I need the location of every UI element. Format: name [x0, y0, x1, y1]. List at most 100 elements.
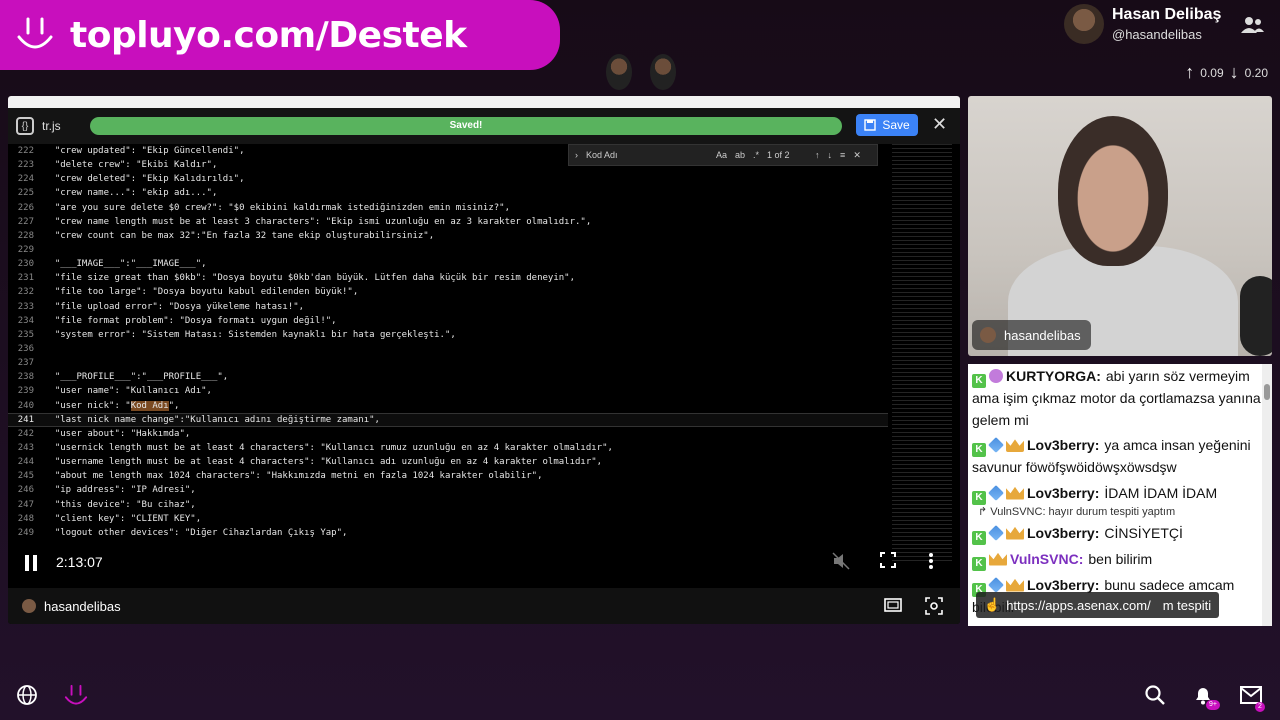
fullscreen-icon[interactable] [880, 552, 896, 568]
notification-count: 9+ [1206, 700, 1220, 710]
mute-icon[interactable] [832, 552, 850, 570]
chat-panel[interactable]: K KURTYORGA: abi yarın söz vermeyim ama iş… [968, 364, 1272, 626]
scroll-thumb[interactable] [1264, 384, 1270, 400]
search-icon[interactable] [1144, 684, 1166, 706]
avatar [22, 599, 36, 613]
code-line[interactable]: 234 "file format problem": "Dosya format… [8, 314, 888, 328]
line-text: "crew name length must be at least 3 cha… [44, 216, 592, 227]
line-number: 227 [17, 216, 34, 227]
line-text: "delete crew": "Ekibi Kaldır", [44, 160, 218, 171]
chat-username[interactable]: Lov3berry: [1027, 525, 1099, 541]
webcam-label[interactable]: hasandelibas [972, 320, 1091, 350]
viewer-avatar[interactable] [650, 54, 676, 90]
chat-username[interactable]: VulnSVNC: [1010, 551, 1083, 567]
menu-icon[interactable]: ≡ [840, 150, 845, 160]
more-vertical-icon[interactable] [928, 552, 934, 570]
code-line[interactable]: 229 [8, 243, 888, 257]
code-line[interactable]: 227 "crew name length must be at least 3… [8, 215, 888, 229]
chat-message[interactable]: K Lov3berry: CİNSİYETÇİ [968, 521, 1272, 547]
line-text: "about me length max 1024 characters": "… [44, 471, 543, 482]
chat-text: CİNSİYETÇİ [1104, 524, 1183, 541]
webcam-username: hasandelibas [1004, 327, 1081, 343]
whole-word-icon[interactable]: ab [735, 150, 745, 160]
code-line[interactable]: 224 "crew deleted": "Ekip Kalıdırıldı", [8, 172, 888, 186]
code-line[interactable]: 247 "this device": "Bu cihaz", [8, 498, 888, 512]
code-line[interactable]: 228 "crew count can be max 32":"En fazla… [8, 229, 888, 243]
theater-mode-icon[interactable] [884, 597, 902, 613]
close-icon[interactable]: ✕ [932, 114, 947, 135]
code-line[interactable]: 245 "about me length max 1024 characters… [8, 469, 888, 483]
code-line[interactable]: 249 "logout other devices": "Diğer Cihaz… [8, 526, 888, 540]
line-number: 238 [17, 372, 34, 383]
close-find-icon[interactable]: ✕ [853, 150, 861, 161]
line-number: 249 [17, 527, 34, 538]
code-line[interactable]: 241 "last nick name change":"Kullanıcı a… [8, 412, 888, 427]
line-number: 240 [17, 400, 34, 411]
code-line[interactable]: 238 "___PROFILE___":"___PROFILE___", [8, 370, 888, 384]
webcam: hasandelibas [968, 96, 1272, 356]
code-line[interactable]: 239 "user name": "Kullanıcı Adı", [8, 384, 888, 398]
line-number: 233 [17, 301, 34, 312]
chat-message[interactable]: K Lov3berry: İDAM İDAM İDAM ↱ VulnSVNC: hay… [968, 481, 1272, 521]
code-line[interactable]: 248 "client key": "CLIENT KEY", [8, 512, 888, 526]
banner: topluyo.com/Destek [0, 0, 560, 70]
find-widget[interactable]: › Kod Adı Aa ab .* 1 of 2 ↑ ↓ ≡ ✕ [568, 144, 878, 166]
code-line[interactable]: 236 [8, 342, 888, 356]
line-number: 243 [17, 443, 34, 454]
streamer-profile[interactable]: Hasan Delibaş @hasandelibas [1064, 4, 1221, 44]
chat-username[interactable]: Lov3berry: [1027, 437, 1099, 453]
message-count: 2 [1255, 702, 1265, 712]
avatar [980, 327, 996, 343]
line-number: 237 [17, 358, 34, 369]
avatar[interactable] [1064, 4, 1104, 44]
line-text: "user name": "Kullanıcı Adı", [44, 386, 212, 397]
code-line[interactable]: 230 "___IMAGE___":"___IMAGE___", [8, 257, 888, 271]
chat-username[interactable]: Lov3berry: [1027, 577, 1099, 593]
line-text: "client key": "CLIENT KEY", [44, 513, 202, 524]
regex-icon[interactable]: .* [753, 150, 759, 160]
video-player[interactable]: {} tr.js Saved! Save ✕ 222 "crew updated… [8, 96, 960, 624]
find-input[interactable]: Kod Adı [586, 150, 708, 160]
code-line[interactable]: 232 "file too large": "Dosya boyutu kabu… [8, 285, 888, 299]
code-line[interactable]: 242 "user about": "Hakkımda", [8, 427, 888, 441]
code-line[interactable]: 246 "ip address": "IP Adresi", [8, 483, 888, 497]
code-line[interactable]: 244 "username length must be at least 4 … [8, 455, 888, 469]
chat-message[interactable]: K Lov3berry: ya amca insan yeğenini savunu… [968, 433, 1272, 481]
topluyo-logo-icon[interactable] [62, 682, 90, 710]
minimap[interactable] [892, 144, 952, 564]
pause-icon[interactable] [24, 554, 38, 572]
link-url[interactable]: https://apps.asenax.com/ [1006, 598, 1151, 613]
code-line[interactable]: 233 "file upload error": "Dosya yükeleme… [8, 300, 888, 314]
code-line[interactable]: 235 "system error": "Sistem Hatası: Sist… [8, 328, 888, 342]
code-line[interactable]: 237 [8, 356, 888, 370]
chevron-right-icon[interactable]: › [575, 150, 578, 160]
save-button[interactable]: Save [856, 114, 918, 136]
chat-message[interactable]: K VulnSVNC: ben bilirim [968, 547, 1272, 573]
code-line[interactable]: 225 "crew name...": "ekip adı...", [8, 186, 888, 200]
line-number: 236 [17, 344, 34, 355]
save-label: Save [882, 118, 910, 132]
line-text: "are you sure delete $0 crew?": "$0 ekib… [44, 202, 510, 213]
chat-scrollbar[interactable] [1262, 364, 1272, 626]
chat-username[interactable]: Lov3berry: [1027, 485, 1099, 501]
code-line[interactable]: 243 "usernick length must be at least 4 … [8, 441, 888, 455]
channel-name[interactable]: hasandelibas [44, 599, 121, 614]
code-line[interactable]: 240 "user nick": "Kod Adı", [8, 399, 888, 413]
prev-match-icon[interactable]: ↑ [815, 150, 820, 160]
users-icon[interactable] [1240, 16, 1264, 34]
link-toast[interactable]: ☝ https://apps.asenax.com/ m tespiti [976, 592, 1220, 618]
chat-reply[interactable]: ↱ VulnSVNC: hayır durum tespiti yaptım [972, 505, 1268, 519]
line-number: 225 [17, 188, 34, 199]
find-count: 1 of 2 [767, 150, 790, 160]
code-line[interactable]: 231 "file size great than $0kb": "Dosya … [8, 271, 888, 285]
screenshot-icon[interactable] [925, 597, 943, 615]
line-number: 226 [17, 202, 34, 213]
globe-icon[interactable] [16, 684, 38, 706]
chat-message[interactable]: K KURTYORGA: abi yarın söz vermeyim ama iş… [968, 364, 1272, 433]
code-line[interactable]: 226 "are you sure delete $0 crew?": "$0 … [8, 201, 888, 215]
line-text: "crew count can be max 32":"En fazla 32 … [44, 230, 435, 241]
chat-username[interactable]: KURTYORGA: [1006, 368, 1101, 384]
match-case-icon[interactable]: Aa [716, 150, 727, 160]
next-match-icon[interactable]: ↓ [828, 150, 833, 160]
viewer-avatar[interactable] [606, 54, 632, 90]
